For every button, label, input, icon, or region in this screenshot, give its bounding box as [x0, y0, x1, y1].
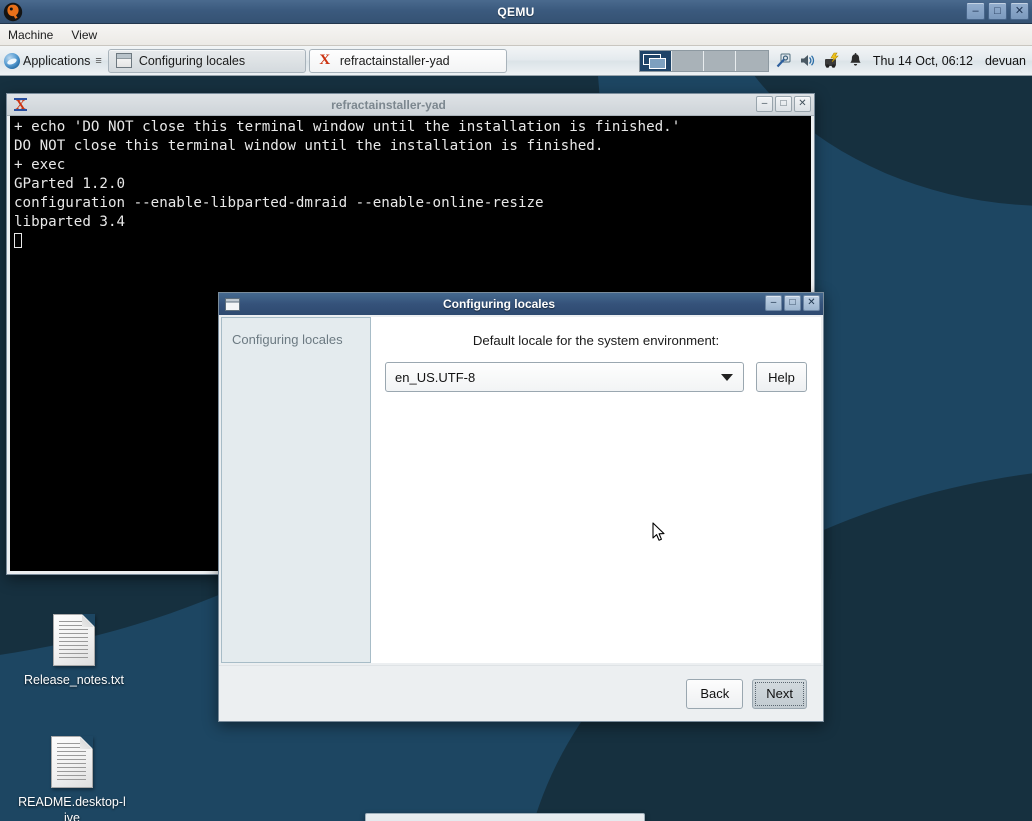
- panel-username[interactable]: devuan: [985, 54, 1026, 68]
- workspace-1[interactable]: [639, 50, 672, 71]
- text-document-icon: [53, 614, 95, 666]
- taskbar-item-label: Configuring locales: [138, 53, 246, 68]
- text-document-icon: [51, 736, 93, 788]
- qemu-minimize-button[interactable]: –: [966, 2, 985, 20]
- chevron-down-icon: [721, 374, 733, 381]
- dialog-sidebar: Configuring locales: [221, 317, 371, 663]
- dialog-main-area: Configuring locales Default locale for t…: [219, 315, 823, 665]
- locale-select[interactable]: en_US.UTF-8: [385, 362, 744, 392]
- locale-prompt-label: Default locale for the system environmen…: [472, 333, 720, 348]
- notification-bell-icon[interactable]: [847, 52, 864, 69]
- taskbar-item-configuring-locales[interactable]: Configuring locales: [107, 48, 306, 73]
- workspace-switcher: [638, 49, 769, 72]
- terminal-cursor: [14, 233, 22, 248]
- terminal-window-buttons: – □ ✕: [756, 96, 811, 112]
- back-button[interactable]: Back: [686, 678, 744, 709]
- dialog-button-bar: Back Next: [219, 665, 823, 721]
- workspace-3[interactable]: [703, 50, 736, 71]
- system-tray: [775, 52, 864, 69]
- menu-machine[interactable]: Machine: [8, 28, 53, 42]
- qemu-maximize-button[interactable]: □: [988, 2, 1007, 20]
- help-button[interactable]: Help: [756, 362, 807, 392]
- panel-grip-icon: ≡: [95, 54, 102, 67]
- qemu-window-buttons: – □ ✕: [966, 2, 1029, 20]
- desktop-icon-readme-desktop-live[interactable]: README.desktop-live: [17, 736, 127, 821]
- taskbar-item-label: refractainstaller-yad: [339, 53, 450, 68]
- terminal-output-text: + echo 'DO NOT close this terminal windo…: [14, 119, 681, 230]
- volume-speaker-icon[interactable]: [799, 52, 816, 69]
- dialog-titlebar[interactable]: Configuring locales – □ ✕: [219, 293, 823, 315]
- terminal-titlebar[interactable]: X refractainstaller-yad – □ ✕: [7, 94, 814, 116]
- applications-menu-label: Applications: [23, 53, 91, 68]
- workspace-2[interactable]: [671, 50, 704, 71]
- panel-clock[interactable]: Thu 14 Oct, 06:12: [873, 54, 973, 68]
- locale-select-value: en_US.UTF-8: [395, 369, 476, 385]
- terminal-title-text: refractainstaller-yad: [331, 97, 446, 112]
- window-icon: [115, 53, 132, 68]
- configuring-locales-dialog: Configuring locales – □ ✕ Configuring lo…: [218, 292, 824, 722]
- terminal-maximize-button[interactable]: □: [775, 96, 792, 112]
- window-icon: [224, 296, 241, 313]
- dialog-content: Default locale for the system environmen…: [371, 317, 821, 663]
- dialog-window-buttons: – □ ✕: [765, 295, 820, 311]
- sidebar-item-configuring-locales[interactable]: Configuring locales: [232, 332, 360, 347]
- dialog-close-button[interactable]: ✕: [803, 295, 820, 311]
- taskbar-item-refractainstaller-yad[interactable]: X refractainstaller-yad: [308, 48, 507, 73]
- dialog-body: Configuring locales Default locale for t…: [219, 315, 823, 721]
- dialog-minimize-button[interactable]: –: [765, 295, 782, 311]
- package-update-icon[interactable]: [823, 52, 840, 69]
- guest-screen: Release_notes.txt README.desktop-live X …: [0, 46, 1032, 821]
- qemu-menubar: Machine View: [0, 24, 1032, 46]
- xterm-icon: X: [319, 52, 331, 68]
- next-button[interactable]: Next: [752, 678, 807, 709]
- application-dock: .D.: [365, 813, 645, 821]
- qemu-titlebar: QEMU – □ ✕: [0, 0, 1032, 24]
- workspace-4[interactable]: [735, 50, 768, 71]
- terminal-close-button[interactable]: ✕: [794, 96, 811, 112]
- dialog-maximize-button[interactable]: □: [784, 295, 801, 311]
- xterm-icon: X: [12, 96, 29, 113]
- desktop-icon-release-notes[interactable]: Release_notes.txt: [19, 614, 129, 688]
- applications-menu-button[interactable]: Applications ≡: [0, 47, 105, 75]
- desktop-icon-label: README.desktop-live: [18, 795, 126, 821]
- screenshot-tool-icon[interactable]: [775, 52, 792, 69]
- arrow-cursor-icon: [652, 522, 666, 544]
- qemu-window: QEMU – □ ✕ Machine View Release_notes.tx…: [0, 0, 1032, 821]
- applications-menu-icon: [4, 52, 20, 69]
- desktop-icon-label: Release_notes.txt: [23, 673, 125, 687]
- locale-selector-row: en_US.UTF-8 Help: [385, 362, 807, 392]
- menu-view[interactable]: View: [71, 28, 97, 42]
- desktop-panel: Applications ≡ Configuring locales X ref…: [0, 46, 1032, 76]
- qemu-window-title: QEMU: [497, 4, 535, 19]
- dialog-title-text: Configuring locales: [442, 297, 555, 311]
- qemu-close-button[interactable]: ✕: [1010, 2, 1029, 20]
- terminal-minimize-button[interactable]: –: [756, 96, 773, 112]
